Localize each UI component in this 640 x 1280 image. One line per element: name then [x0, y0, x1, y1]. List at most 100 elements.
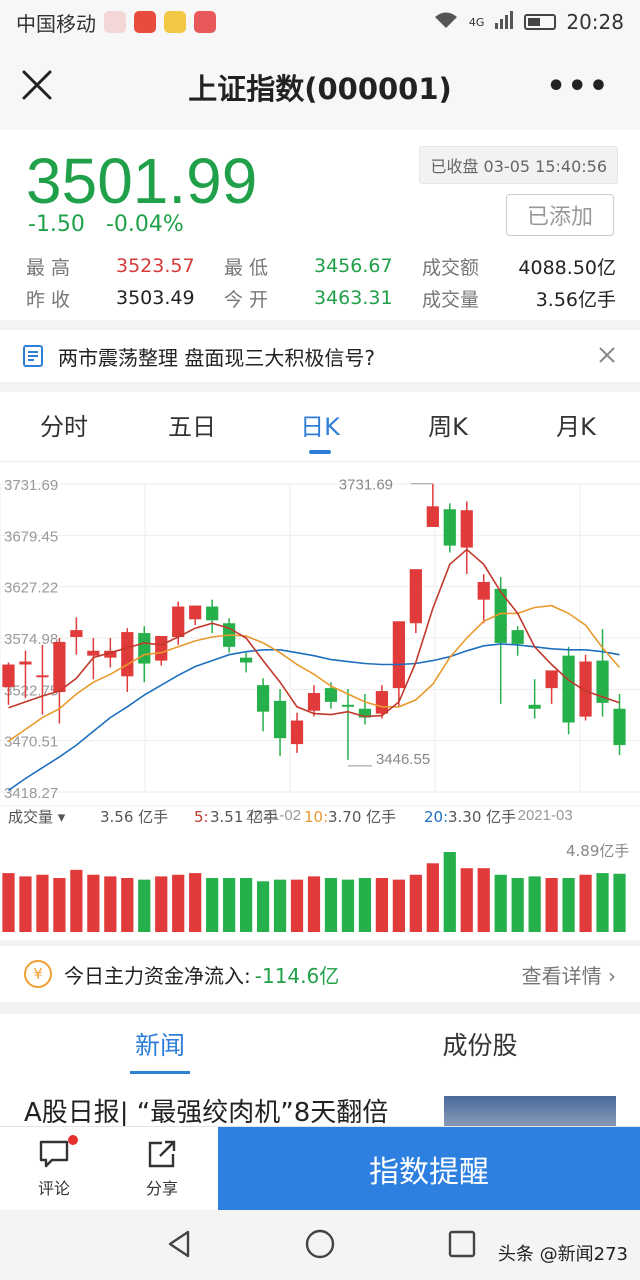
- volume-bar: [172, 874, 185, 932]
- tab-weekly-k[interactable]: 周K: [384, 392, 512, 462]
- volume-title: 成交量 ▾: [8, 808, 66, 826]
- back-icon[interactable]: [164, 1228, 196, 1260]
- y-tick-label: 3574.98: [4, 631, 58, 648]
- volume-bar: [307, 876, 321, 932]
- volume-bar: [239, 878, 253, 932]
- candle-body: [2, 664, 15, 688]
- tab-daily-k[interactable]: 日K: [256, 392, 384, 462]
- candle-body: [545, 670, 558, 689]
- share-label: 分享: [145, 1179, 178, 1198]
- unread-dot: [68, 1135, 78, 1145]
- y-tick-label: 3679.45: [4, 528, 58, 545]
- candle-body: [172, 606, 185, 637]
- candle-body: [613, 708, 626, 746]
- document-icon: [23, 345, 43, 367]
- change-percent: -0.04%: [105, 212, 184, 237]
- candle-body: [206, 606, 219, 621]
- comment-button[interactable]: 评论: [0, 1127, 108, 1210]
- volume-bar: [545, 878, 558, 932]
- market-status-badge: 已收盘 03-05 15:40:56: [419, 146, 618, 184]
- volume-bar: [409, 874, 422, 932]
- candle-body: [443, 509, 456, 546]
- amount-value: 4088.50亿: [518, 256, 616, 279]
- tab-monthly-k[interactable]: 月K: [512, 392, 640, 462]
- volume-total: 3.56 亿手: [100, 808, 168, 826]
- kline-chart[interactable]: 3731.693679.453627.223574.983522.753470.…: [0, 462, 640, 940]
- ma20-line: [8, 643, 620, 791]
- period-tabs: 分时 五日 日K 周K 月K: [0, 392, 640, 462]
- candle-body: [562, 655, 575, 723]
- candle-body: [528, 704, 541, 709]
- tab-five-day[interactable]: 五日: [128, 392, 256, 462]
- chart-panel: 分时 五日 日K 周K 月K 3731.69 3679.45 3627.22 3574…: [0, 392, 640, 940]
- dismiss-icon[interactable]: [596, 344, 618, 366]
- volume-bar: [2, 873, 15, 932]
- candle-body: [341, 704, 355, 707]
- battery-icon: [524, 14, 557, 30]
- candle-body: [19, 661, 32, 665]
- clock: 20:28: [566, 10, 624, 34]
- home-icon[interactable]: [304, 1228, 336, 1260]
- index-price: 3501.99: [26, 145, 258, 217]
- candle-body: [155, 636, 168, 661]
- tab-intraday[interactable]: 分时: [0, 392, 128, 462]
- network-type: 4G: [468, 15, 485, 29]
- candle-body: [70, 630, 83, 637]
- volume-bar: [358, 878, 372, 932]
- app-notify-icon: [134, 11, 156, 33]
- index-alert-button[interactable]: 指数提醒: [218, 1127, 640, 1211]
- volume-bar: [341, 879, 355, 932]
- money-flow-bar[interactable]: ¥ 今日主力资金净流入: -114.6亿 查看详情 ›: [0, 946, 640, 1002]
- candle-body: [138, 633, 151, 664]
- volume-bar: [392, 879, 405, 932]
- money-flow-label: 今日主力资金净流入:: [64, 963, 251, 988]
- candle-body: [239, 657, 253, 663]
- volume-ma20-key: 20:: [424, 808, 448, 826]
- prev-close-label: 昨收: [26, 288, 77, 311]
- candle-body: [121, 632, 134, 677]
- location-icon: [104, 11, 126, 33]
- more-menu-icon[interactable]: •••: [546, 72, 610, 102]
- candle-body: [511, 630, 524, 644]
- index-change: -1.50 -0.04%: [28, 212, 198, 237]
- min-price-label: 3446.55: [376, 751, 430, 768]
- watermark-text: 头条 @新闻273: [497, 1244, 628, 1265]
- add-watchlist-button[interactable]: 已添加: [506, 194, 614, 236]
- volume-bar: [104, 876, 117, 932]
- quote-stats: 最高 3523.57 最低 3456.67 成交额 4088.50亿 昨收 35…: [26, 250, 616, 314]
- volume-bar: [613, 873, 626, 932]
- x-tick-label: 2021-03: [518, 807, 573, 824]
- comment-icon: [39, 1140, 69, 1168]
- news-tip-bar[interactable]: 两市震荡整理 盘面现三大积极信号?: [0, 330, 640, 382]
- volume-bar: [138, 879, 151, 932]
- view-detail-link[interactable]: 查看详情 ›: [522, 960, 616, 989]
- share-button[interactable]: 分享: [108, 1127, 216, 1210]
- news-headline: A股日报| “最强绞肉机”8天翻倍: [24, 1098, 389, 1126]
- money-flow-value: -114.6亿: [254, 963, 340, 988]
- volume-bar: [290, 879, 304, 932]
- tab-constituents[interactable]: 成份股: [320, 1014, 640, 1078]
- volume-bar: [121, 878, 134, 932]
- volume-ma20: 3.30 亿手: [448, 808, 516, 826]
- recents-icon[interactable]: [446, 1228, 478, 1260]
- candle-body: [87, 650, 100, 656]
- low-value: 3456.67: [314, 255, 393, 277]
- low-label: 最低: [224, 256, 275, 279]
- candle-body: [36, 675, 49, 678]
- volume-ma10-key: 10:: [304, 808, 328, 826]
- candle-body: [307, 693, 321, 711]
- volume-bar: [36, 874, 49, 932]
- volume-ma5: 3.51 亿手: [210, 808, 278, 826]
- volume-bar: [477, 868, 490, 932]
- prev-close-value: 3503.49: [116, 287, 195, 309]
- toutiao-icon: [194, 11, 216, 33]
- volume-bar: [562, 878, 575, 932]
- quote-panel: 3501.99 -1.50 -0.04% 已收盘 03-05 15:40:56 …: [0, 130, 640, 320]
- close-icon[interactable]: [18, 66, 56, 104]
- news-item[interactable]: A股日报| “最强绞肉机”8天翻倍: [0, 1078, 640, 1126]
- app-notify-icon-2: [164, 11, 186, 33]
- news-tip-text: 两市震荡整理 盘面现三大积极信号?: [58, 345, 375, 370]
- candle-body: [53, 641, 66, 693]
- volume-bar: [53, 878, 66, 932]
- tab-news[interactable]: 新闻: [0, 1014, 320, 1078]
